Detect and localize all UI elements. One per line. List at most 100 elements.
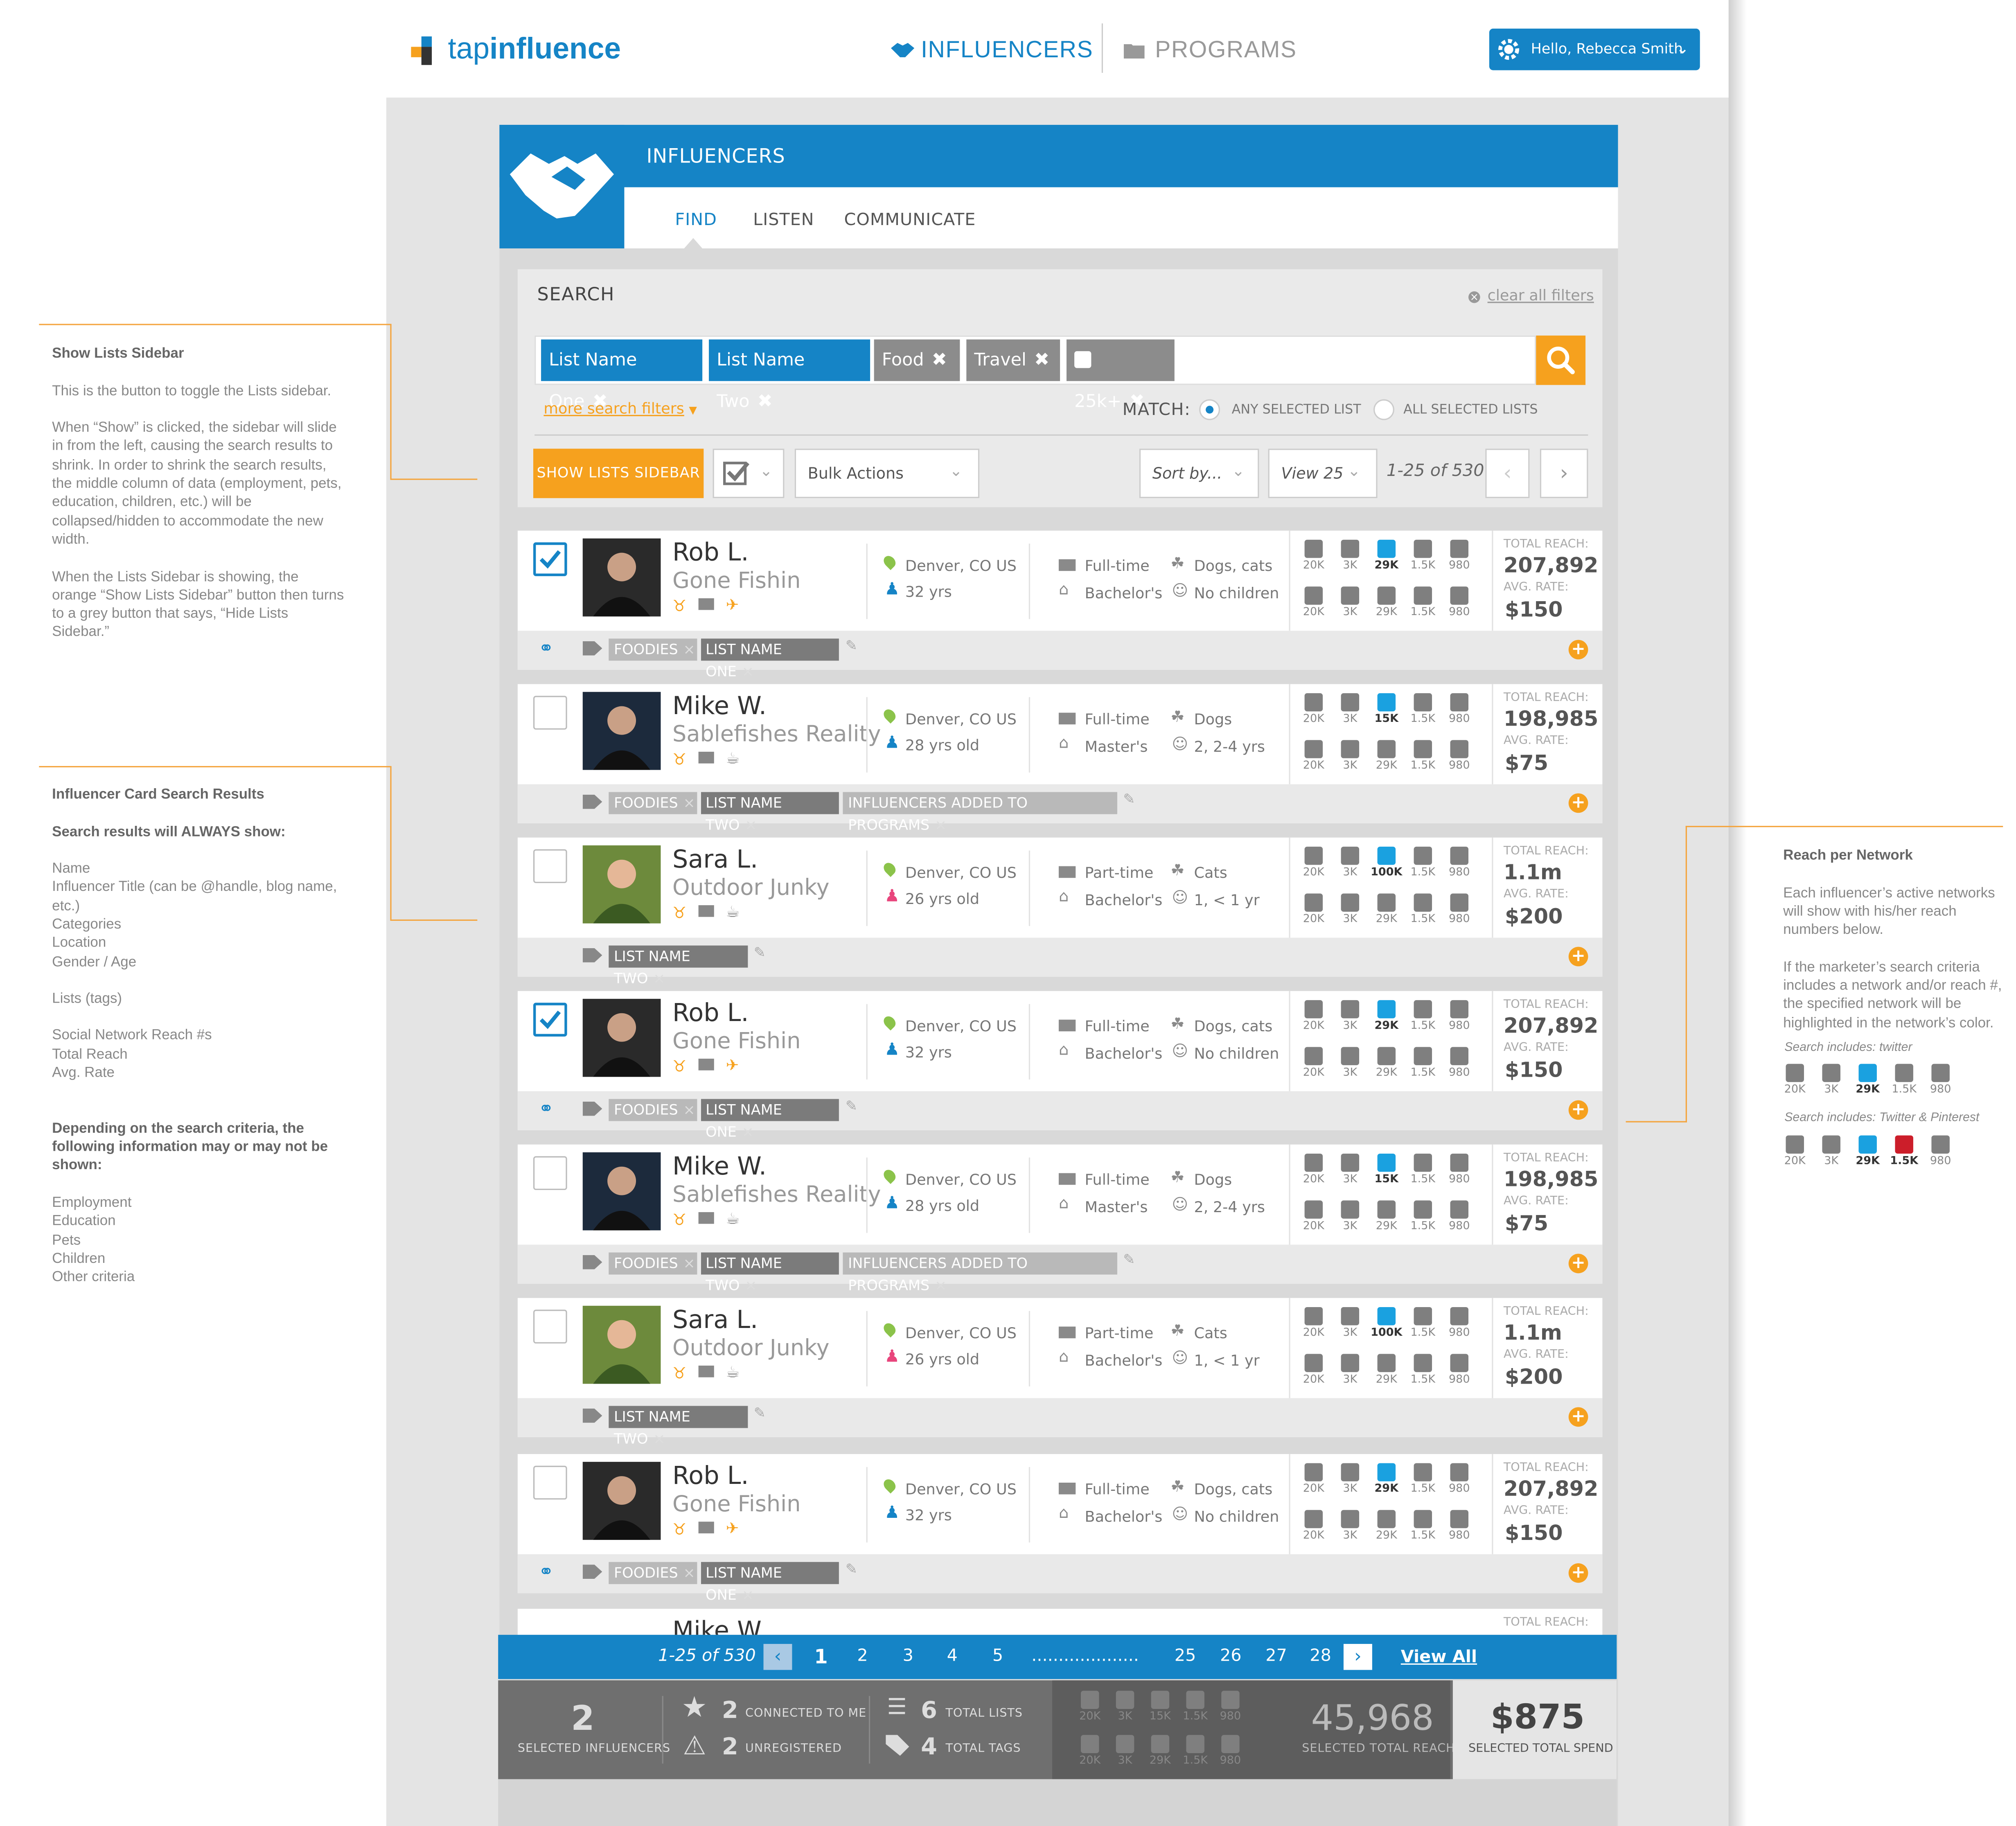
remove-tag-icon[interactable]: × — [653, 970, 665, 987]
page-number[interactable]: 26 — [1220, 1646, 1242, 1666]
list-tag[interactable]: FOODIES × — [609, 1099, 697, 1121]
result-card[interactable]: Mike W. Sablefishes Reality ♉ ☕ Denver, CO U… — [517, 1144, 1603, 1294]
add-button[interactable]: + — [1568, 1100, 1588, 1120]
remove-tag-icon[interactable]: × — [742, 663, 754, 680]
list-tag[interactable]: LIST NAME ONE × — [700, 638, 839, 680]
page-number[interactable]: 25 — [1175, 1646, 1196, 1666]
select-checkbox[interactable] — [533, 1465, 567, 1500]
remove-tag-icon[interactable]: × — [742, 1587, 754, 1603]
list-tag[interactable]: LIST NAME ONE × — [700, 1099, 839, 1141]
list-tag[interactable]: LIST NAME ONE × — [700, 1562, 839, 1604]
add-button[interactable]: + — [1568, 947, 1588, 967]
filter-chip-list-two[interactable]: List Name Two ✖ — [709, 339, 870, 412]
remove-chip-icon[interactable]: ✖ — [758, 392, 773, 413]
page-number[interactable]: 5 — [992, 1646, 1003, 1666]
remove-tag-icon[interactable]: × — [745, 1277, 757, 1294]
clear-all-filters-link[interactable]: × clear all filters — [1468, 286, 1594, 304]
page-number[interactable]: .................... — [1031, 1646, 1139, 1666]
result-card[interactable]: Rob L. Gone Fishin ♉ ✈ Denver, CO US ♟ 32 yrs F… — [517, 530, 1603, 680]
pager-next-button[interactable]: › — [1343, 1644, 1372, 1670]
select-checkbox[interactable] — [533, 849, 567, 883]
remove-chip-icon[interactable]: ✖ — [932, 350, 947, 371]
edit-pencil-icon[interactable]: ✎ — [754, 944, 766, 961]
link-icon[interactable]: ⚭ — [539, 638, 554, 659]
edit-pencil-icon[interactable]: ✎ — [846, 1098, 857, 1114]
page-number[interactable]: 27 — [1265, 1646, 1287, 1666]
remove-tag-icon[interactable]: × — [683, 1564, 695, 1581]
match-any-radio[interactable] — [1199, 399, 1220, 420]
previous-page-button[interactable]: ‹ — [1485, 449, 1530, 498]
show-lists-sidebar-button[interactable]: SHOW LISTS SIDEBAR — [533, 449, 704, 498]
select-checkbox[interactable] — [533, 1310, 567, 1344]
edit-pencil-icon[interactable]: ✎ — [1123, 1251, 1135, 1268]
nav-programs[interactable]: PROGRAMS — [1123, 36, 1297, 64]
edit-pencil-icon[interactable]: ✎ — [754, 1404, 766, 1421]
filter-chip-food[interactable]: Food ✖ — [874, 339, 960, 381]
result-card[interactable]: Rob L. Gone Fishin ♉ ✈ Denver, CO US ♟ 32 yrs F… — [517, 1454, 1603, 1604]
result-card[interactable]: Mike W. Sablefishes Reality ♉ ☕ Denver, CO U… — [517, 684, 1603, 834]
user-menu-button[interactable]: Hello, Rebecca Smith ⌄ — [1489, 28, 1700, 70]
page-number[interactable]: 1 — [814, 1645, 828, 1668]
add-button[interactable]: + — [1568, 1563, 1588, 1583]
edit-pencil-icon[interactable]: ✎ — [846, 1561, 857, 1578]
select-checkbox[interactable] — [533, 1156, 567, 1190]
remove-tag-icon[interactable]: × — [742, 1124, 754, 1141]
select-all-checkbox-dropdown[interactable]: ⌄ — [713, 449, 785, 498]
result-card-partial[interactable]: Mike W. TOTAL REACH: — [517, 1609, 1603, 1635]
filter-chip-travel[interactable]: Travel ✖ — [966, 339, 1060, 381]
list-tag[interactable]: LIST NAME TWO × — [609, 945, 747, 987]
remove-chip-icon[interactable]: ✖ — [1034, 350, 1049, 371]
result-card[interactable]: Sara L. Outdoor Junky ♉ ☕ Denver, CO US ♟ 26 y… — [517, 1298, 1603, 1447]
list-tag[interactable]: FOODIES × — [609, 1562, 697, 1584]
remove-tag-icon[interactable]: × — [683, 641, 695, 658]
remove-tag-icon[interactable]: × — [935, 817, 947, 834]
remove-tag-icon[interactable]: × — [653, 1431, 665, 1447]
tab-find[interactable]: FIND — [675, 211, 717, 230]
view-all-link[interactable]: View All — [1401, 1648, 1477, 1668]
page-number[interactable]: 4 — [947, 1646, 958, 1666]
page-number[interactable]: 2 — [857, 1646, 868, 1666]
filter-chip-twitter[interactable]: 25k+ ✖ — [1067, 339, 1175, 412]
remove-tag-icon[interactable]: × — [683, 1255, 695, 1272]
add-button[interactable]: + — [1568, 793, 1588, 813]
list-tag[interactable]: FOODIES × — [609, 792, 697, 814]
remove-tag-icon[interactable]: × — [745, 817, 757, 834]
page-number[interactable]: 3 — [903, 1646, 913, 1666]
select-checkbox[interactable] — [533, 696, 567, 730]
list-tag[interactable]: LIST NAME TWO × — [700, 792, 839, 834]
view-count-dropdown[interactable]: View 25 ⌄ — [1268, 449, 1378, 498]
tapinfluence-logo[interactable]: tapinfluence — [411, 31, 621, 66]
list-tag[interactable]: LIST NAME TWO × — [700, 1252, 839, 1294]
select-checkbox[interactable] — [533, 542, 567, 576]
filter-chip-list-one[interactable]: List Name One ✖ — [541, 339, 703, 412]
list-tag[interactable]: INFLUENCERS ADDED TO PROGRAMS × — [843, 1252, 1117, 1294]
match-all-radio[interactable] — [1373, 399, 1394, 420]
select-checkbox[interactable] — [533, 1003, 567, 1037]
remove-tag-icon[interactable]: × — [935, 1277, 947, 1294]
pager-prev-button[interactable]: ‹ — [763, 1644, 792, 1670]
add-button[interactable]: + — [1568, 1407, 1588, 1427]
page-number[interactable]: 28 — [1310, 1646, 1331, 1666]
list-tag[interactable]: FOODIES × — [609, 1252, 697, 1275]
tab-communicate[interactable]: COMMUNICATE — [844, 211, 976, 230]
result-card[interactable]: Sara L. Outdoor Junky ♉ ☕ Denver, CO US ♟ 26 y… — [517, 837, 1603, 987]
next-page-button[interactable]: › — [1540, 449, 1588, 498]
sort-by-dropdown[interactable]: Sort by... ⌄ — [1139, 449, 1259, 498]
more-search-filters-link[interactable]: more search filters ▼ — [543, 399, 697, 417]
add-button[interactable]: + — [1568, 1253, 1588, 1274]
search-button[interactable] — [1536, 335, 1586, 385]
tab-listen[interactable]: LISTEN — [753, 211, 814, 230]
list-tag[interactable]: FOODIES × — [609, 638, 697, 661]
remove-tag-icon[interactable]: × — [683, 795, 695, 812]
edit-pencil-icon[interactable]: ✎ — [846, 637, 857, 654]
remove-tag-icon[interactable]: × — [683, 1102, 695, 1118]
edit-pencil-icon[interactable]: ✎ — [1123, 791, 1135, 807]
list-tag[interactable]: INFLUENCERS ADDED TO PROGRAMS × — [843, 792, 1117, 834]
list-tag[interactable]: LIST NAME TWO × — [609, 1406, 747, 1447]
bulk-actions-dropdown[interactable]: Bulk Actions ⌄ — [794, 449, 980, 498]
link-icon[interactable]: ⚭ — [539, 1099, 554, 1120]
nav-influencers[interactable]: INFLUENCERS — [890, 36, 1093, 64]
add-button[interactable]: + — [1568, 640, 1588, 660]
result-card[interactable]: Rob L. Gone Fishin ♉ ✈ Denver, CO US ♟ 32 yrs F… — [517, 991, 1603, 1141]
link-icon[interactable]: ⚭ — [539, 1562, 554, 1583]
